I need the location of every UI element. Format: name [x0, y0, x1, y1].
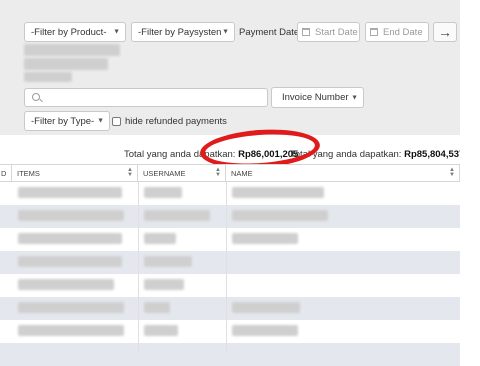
redacted-cell [144, 210, 210, 221]
sort-icon[interactable]: ▲ ▼ [215, 167, 221, 178]
redacted-cell [18, 210, 124, 221]
redacted-cell [18, 279, 114, 290]
redacted-cell [18, 302, 124, 313]
redacted-block [24, 44, 120, 56]
redacted-cell [232, 233, 298, 244]
redacted-cell [144, 256, 192, 267]
redacted-cell [144, 279, 184, 290]
column-label: ITEMS [17, 169, 40, 178]
caret-down-icon: ▼ [351, 94, 358, 101]
search-field-select[interactable]: Invoice Number ▼ [271, 87, 364, 108]
redacted-cell [232, 302, 300, 313]
search-field-value: Invoice Number [282, 92, 349, 103]
end-date-placeholder: End Date [383, 26, 423, 38]
redacted-cell [144, 302, 170, 313]
end-date-input[interactable]: End Date [365, 22, 429, 42]
product-filter-value: -Filter by Product- [31, 26, 107, 38]
redacted-cell [144, 233, 176, 244]
caret-down-icon: ▼ [113, 28, 120, 36]
redacted-cell [18, 325, 124, 336]
table-row[interactable] [0, 343, 460, 366]
start-date-input[interactable]: Start Date [297, 22, 360, 42]
total-value-2: Rp85,804,537 [404, 149, 465, 160]
redacted-cell [144, 325, 178, 336]
column-header-d[interactable]: D [0, 165, 12, 182]
page-scrollbar[interactable] [460, 0, 480, 353]
redacted-cell [232, 187, 324, 198]
column-label: D [1, 169, 7, 178]
hide-refunded-toggle[interactable]: hide refunded payments [112, 116, 227, 127]
calendar-icon [370, 28, 378, 36]
start-date-placeholder: Start Date [315, 26, 358, 38]
apply-filter-button[interactable]: → [433, 22, 457, 42]
redacted-block [24, 72, 72, 82]
table-header: D ITEMS ▲ ▼ USERNAME ▲ ▼ NAME ▲ ▼ [0, 164, 460, 182]
caret-down-icon: ▼ [97, 117, 104, 125]
type-filter-select[interactable]: -Filter by Type- ▼ [24, 111, 110, 131]
caret-down-icon: ▼ [222, 28, 229, 36]
redacted-cell [232, 325, 298, 336]
product-filter-select[interactable]: -Filter by Product- ▼ [24, 22, 126, 42]
sort-icon[interactable]: ▲ ▼ [127, 167, 133, 178]
column-label: NAME [231, 169, 253, 178]
column-label: USERNAME [143, 169, 186, 178]
redacted-cell [18, 233, 122, 244]
payment-date-label: Payment Date: [239, 27, 302, 38]
redacted-cell [232, 210, 328, 221]
redacted-cell [18, 256, 122, 267]
calendar-icon [302, 28, 310, 36]
hide-refunded-checkbox[interactable] [112, 117, 121, 126]
column-header-name[interactable]: NAME ▲ ▼ [226, 165, 460, 182]
redacted-block [24, 58, 108, 70]
column-header-items[interactable]: ITEMS ▲ ▼ [12, 165, 138, 182]
sort-icon[interactable]: ▲ ▼ [449, 167, 455, 178]
column-divider [226, 182, 227, 353]
hide-refunded-label: hide refunded payments [125, 116, 227, 127]
search-input[interactable] [24, 88, 268, 107]
column-header-username[interactable]: USERNAME ▲ ▼ [138, 165, 226, 182]
redacted-cell [144, 187, 182, 198]
column-divider [138, 182, 139, 353]
arrow-right-icon: → [438, 24, 452, 40]
type-filter-value: -Filter by Type- [31, 115, 95, 127]
redacted-cell [18, 187, 122, 198]
paysystem-filter-select[interactable]: -Filter by Paysysten ▼ [131, 22, 235, 42]
search-icon [32, 93, 40, 101]
paysystem-filter-value: -Filter by Paysysten [138, 26, 222, 38]
